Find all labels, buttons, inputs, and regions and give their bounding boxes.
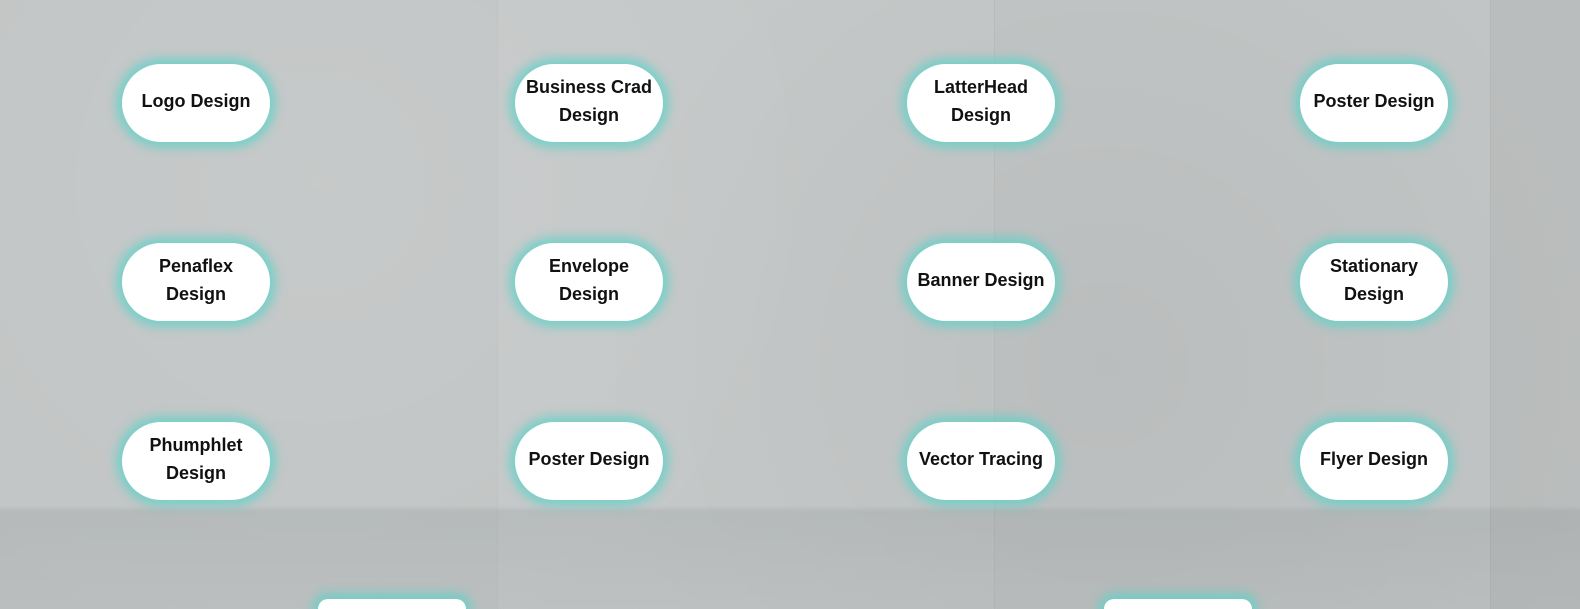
service-pill-label: Poster Design bbox=[1313, 91, 1435, 111]
service-pill-poster-design-2[interactable]: Poster Design bbox=[515, 422, 663, 500]
service-pill-label: Flyer Design bbox=[1319, 449, 1429, 469]
service-pill-penaflex-design[interactable]: Penaflex Design bbox=[122, 243, 270, 321]
service-pill-letterhead-design[interactable]: LatterHead Design bbox=[907, 64, 1055, 142]
service-pill-envelope-design[interactable]: Envelope Design bbox=[515, 243, 663, 321]
service-pill-label: Envelope Design bbox=[548, 256, 630, 304]
service-pill-vector-tracing[interactable]: Vector Tracing bbox=[907, 422, 1055, 500]
service-pill-label: Business Crad Design bbox=[525, 77, 653, 125]
service-pill-label: Phumphlet Design bbox=[149, 435, 243, 483]
service-pill-label: Logo Design bbox=[141, 91, 251, 111]
services-grid: Logo Design Business Crad Design LatterH… bbox=[0, 0, 1580, 609]
service-pill-label: Stationary Design bbox=[1329, 256, 1419, 304]
service-pill-business-card-design[interactable]: Business Crad Design bbox=[515, 64, 663, 142]
service-pill-label: Penaflex Design bbox=[158, 256, 234, 304]
service-pill-label: LatterHead Design bbox=[933, 77, 1029, 125]
service-pill-stationary-design[interactable]: Stationary Design bbox=[1300, 243, 1448, 321]
service-pill-partial[interactable] bbox=[318, 599, 466, 609]
service-pill-label: Poster Design bbox=[528, 449, 650, 469]
service-pill-label: Vector Tracing bbox=[918, 449, 1044, 469]
service-pill-banner-design[interactable]: Banner Design bbox=[907, 243, 1055, 321]
service-pill-poster-design[interactable]: Poster Design bbox=[1300, 64, 1448, 142]
service-pill-flyer-design[interactable]: Flyer Design bbox=[1300, 422, 1448, 500]
service-pill-partial[interactable] bbox=[1104, 599, 1252, 609]
service-pill-logo-design[interactable]: Logo Design bbox=[122, 64, 270, 142]
service-pill-label: Banner Design bbox=[917, 270, 1045, 290]
service-pill-phumphlet-design[interactable]: Phumphlet Design bbox=[122, 422, 270, 500]
